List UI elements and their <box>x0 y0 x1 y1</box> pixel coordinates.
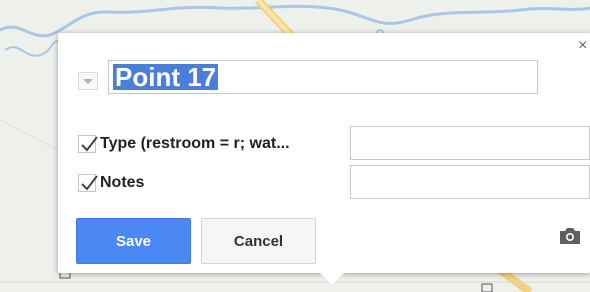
notes-label: Notes <box>100 174 145 191</box>
style-dropdown-button[interactable] <box>78 72 98 90</box>
type-checkbox[interactable] <box>78 135 98 153</box>
type-label: Type (restroom = r; wat... <box>100 135 290 152</box>
checkmark-icon <box>81 136 98 152</box>
chevron-down-icon <box>83 78 93 84</box>
cancel-button[interactable]: Cancel <box>201 218 316 264</box>
type-input[interactable] <box>350 126 590 160</box>
feature-title-text: Point 17 <box>113 62 219 92</box>
close-icon[interactable]: × <box>578 38 587 54</box>
feature-title-input[interactable]: Point 17 <box>108 60 538 94</box>
checkmark-icon <box>81 175 98 191</box>
notes-input[interactable] <box>350 165 590 199</box>
camera-icon[interactable] <box>558 226 582 246</box>
attribute-row-notes: Notes <box>78 171 144 195</box>
notes-checkbox[interactable] <box>78 174 98 192</box>
info-window-pointer <box>318 271 346 285</box>
attribute-row-type: Type (restroom = r; wat... <box>78 132 290 156</box>
save-button[interactable]: Save <box>76 218 191 264</box>
